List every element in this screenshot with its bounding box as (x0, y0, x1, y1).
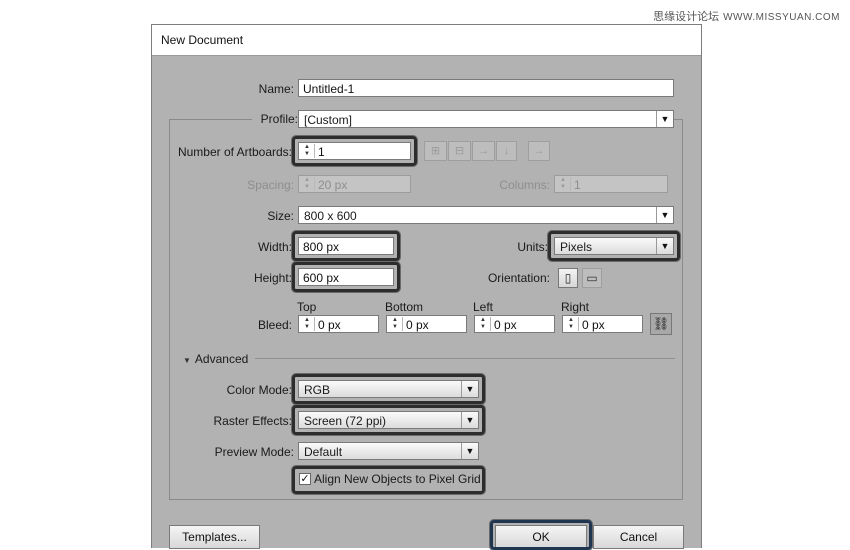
chevron-down-icon: ▼ (461, 443, 478, 459)
advanced-toggle[interactable]: ▼ Advanced (183, 352, 248, 366)
highlight-ok (490, 520, 592, 550)
bleed-right-label: Right (561, 300, 590, 314)
highlight-align-pixel-grid (292, 466, 485, 494)
right-to-left-icon[interactable]: → (528, 141, 550, 161)
size-label: Size: (267, 209, 294, 223)
dialog-title: New Document (161, 33, 244, 47)
columns-label: Columns: (499, 178, 550, 192)
columns-value: 1 (574, 178, 581, 192)
link-icon[interactable]: ⛓ (650, 313, 672, 335)
name-label: Name: (258, 82, 294, 96)
watermark-cn: 思缘设计论坛 (653, 11, 720, 23)
advanced-label: Advanced (194, 352, 249, 366)
bleed-left-label: Left (473, 300, 494, 314)
columns-input[interactable]: ▲ ▼ 1 (554, 175, 668, 193)
spacing-label: Spacing: (247, 178, 294, 192)
spinner-arrows-icon: ▲ ▼ (300, 177, 315, 191)
bleed-right-input[interactable]: ▲ ▼ 0 px (562, 315, 643, 333)
height-label: Height: (253, 271, 292, 285)
spacing-input[interactable]: ▲ ▼ 20 px (298, 175, 411, 193)
watermark-site: WWW.MISSYUAN.COM (723, 12, 840, 23)
highlight-width (292, 231, 400, 261)
grid-by-row-icon[interactable]: ⊞ (424, 141, 447, 161)
chevron-down-icon: ▼ (656, 207, 673, 223)
templates-button[interactable]: Templates... (169, 525, 260, 549)
highlight-color-mode (292, 374, 485, 404)
grid-by-column-icon[interactable]: ⊟ (448, 141, 471, 161)
triangle-down-icon: ▼ (183, 356, 191, 365)
width-label: Width: (257, 240, 292, 254)
cancel-button[interactable]: Cancel (593, 525, 684, 549)
new-document-dialog: New Document Name: Untitled-1 Profile: [… (151, 24, 702, 550)
profile-label: Profile: (252, 112, 298, 126)
highlight-height (292, 262, 400, 292)
arrange-by-row-icon[interactable]: → (472, 141, 495, 161)
size-value: 800 x 600 (304, 209, 357, 223)
portrait-icon[interactable]: ▯ (558, 268, 578, 288)
preview-mode-value: Default (304, 445, 343, 459)
spinner-arrows-icon[interactable]: ▲ ▼ (476, 317, 491, 331)
dialog-titlebar: New Document (152, 25, 701, 56)
bleed-bottom-value: 0 px (406, 318, 429, 332)
highlight-raster-effects (292, 405, 485, 435)
bleed-label: Bleed: (257, 318, 292, 332)
profile-value: [Custom] (304, 113, 353, 127)
orientation-label: Orientation: (487, 271, 550, 285)
chevron-down-icon: ▼ (656, 111, 673, 127)
spinner-arrows-icon[interactable]: ▲ ▼ (300, 317, 315, 331)
bleed-top-label: Top (297, 300, 317, 314)
landscape-icon[interactable]: ▭ (582, 268, 602, 288)
bleed-bottom-label: Bottom (385, 300, 424, 314)
bleed-bottom-input[interactable]: ▲ ▼ 0 px (386, 315, 467, 333)
spinner-arrows-icon[interactable]: ▲ ▼ (564, 317, 579, 331)
highlight-units (548, 231, 680, 261)
spacing-value: 20 px (318, 178, 348, 192)
highlight-artboards (292, 136, 417, 166)
spinner-arrows-icon[interactable]: ▲ ▼ (388, 317, 403, 331)
bleed-right-value: 0 px (582, 318, 605, 332)
raster-effects-label: Raster Effects: (213, 414, 292, 428)
profile-select[interactable]: [Custom] ▼ (298, 110, 674, 128)
spinner-arrows-icon: ▲ ▼ (556, 177, 571, 191)
units-label: Units: (517, 240, 548, 254)
name-value: Untitled-1 (303, 82, 355, 96)
arrange-by-column-icon[interactable]: ↓ (496, 141, 517, 161)
watermark: 思缘设计论坛 WWW.MISSYUAN.COM (653, 8, 840, 24)
preview-mode-select[interactable]: Default ▼ (298, 442, 479, 460)
bleed-top-value: 0 px (318, 318, 341, 332)
advanced-divider (255, 358, 675, 359)
size-select[interactable]: 800 x 600 ▼ (298, 206, 674, 224)
preview-mode-label: Preview Mode: (214, 445, 294, 459)
bleed-left-input[interactable]: ▲ ▼ 0 px (474, 315, 555, 333)
bleed-top-input[interactable]: ▲ ▼ 0 px (298, 315, 379, 333)
bleed-left-value: 0 px (494, 318, 517, 332)
artboards-label: Number of Artboards: (177, 145, 292, 159)
color-mode-label: Color Mode: (226, 383, 292, 397)
name-input[interactable]: Untitled-1 (298, 79, 674, 97)
